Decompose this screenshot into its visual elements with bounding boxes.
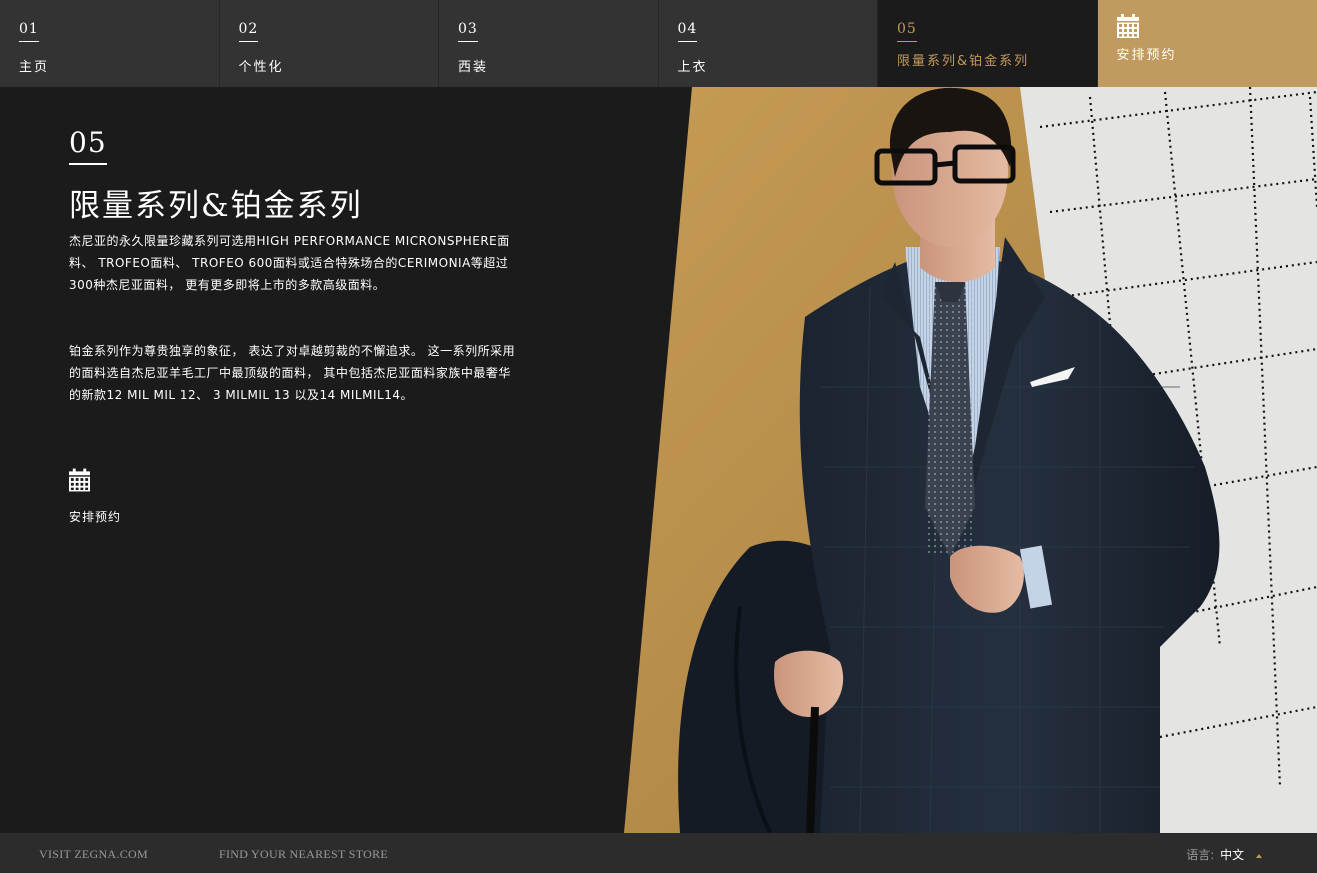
nav-item-personalization[interactable]: 02 个性化 (219, 0, 439, 87)
caret-up-icon (1256, 853, 1262, 858)
book-appointment-label: 安排预约 (69, 510, 122, 524)
nav-item-label: 主页 (19, 60, 50, 75)
footer: VISIT ZEGNA.COM FIND YOUR NEAREST STORE … (0, 833, 1317, 873)
nav-item-label: 西装 (458, 60, 489, 75)
nav-item-jackets[interactable]: 04 上衣 (658, 0, 878, 87)
nav-item-limited-platinum[interactable]: 05 限量系列&铂金系列 (878, 0, 1098, 87)
description-paragraph-1: 杰尼亚的永久限量珍藏系列可选用HIGH PERFORMANCE MICRONSP… (69, 234, 510, 292)
nav-item-number: 05 (897, 21, 917, 42)
nav-item-home[interactable]: 01 主页 (0, 0, 220, 87)
nav-book-appointment-label: 安排预约 (1116, 48, 1177, 63)
top-navigation: 01 主页 02 个性化 03 西装 04 上衣 05 限量系列&铂金系列 安排… (0, 0, 1317, 87)
language-label: 语言: (1186, 848, 1215, 862)
nav-item-suits[interactable]: 03 西装 (439, 0, 659, 87)
nav-item-number: 01 (19, 21, 39, 42)
book-appointment-link[interactable]: 安排预约 (69, 468, 121, 525)
page-title: 限量系列&铂金系列 (69, 188, 363, 224)
nav-item-label: 限量系列&铂金系列 (897, 54, 1030, 69)
nav-item-label: 个性化 (238, 60, 284, 75)
nav-item-number: 02 (238, 21, 259, 42)
nav-item-number: 03 (458, 21, 478, 42)
find-store-link[interactable]: FIND YOUR NEAREST STORE (219, 847, 388, 862)
nav-book-appointment-button[interactable]: 安排预约 (1097, 0, 1317, 87)
calendar-icon (1116, 14, 1139, 38)
language-selector[interactable]: 语言: 中文 (1186, 846, 1262, 863)
calendar-icon (69, 468, 90, 492)
nav-item-number: 04 (677, 21, 698, 42)
section-number: 05 (69, 126, 107, 165)
nav-item-label: 上衣 (677, 60, 708, 75)
content-panel: 05 限量系列&铂金系列 杰尼亚的永久限量珍藏系列可选用HIGH PERFORM… (0, 87, 640, 833)
description-paragraph-2: 铂金系列作为尊贵独享的象征， 表达了对卓越剪裁的不懈追求。 这一系列所采用的面料… (69, 344, 516, 402)
visit-zegna-link[interactable]: VISIT ZEGNA.COM (39, 847, 148, 862)
hero-illustration (620, 87, 1317, 833)
hero-image-model-in-suit (620, 87, 1317, 833)
language-value: 中文 (1220, 848, 1245, 862)
